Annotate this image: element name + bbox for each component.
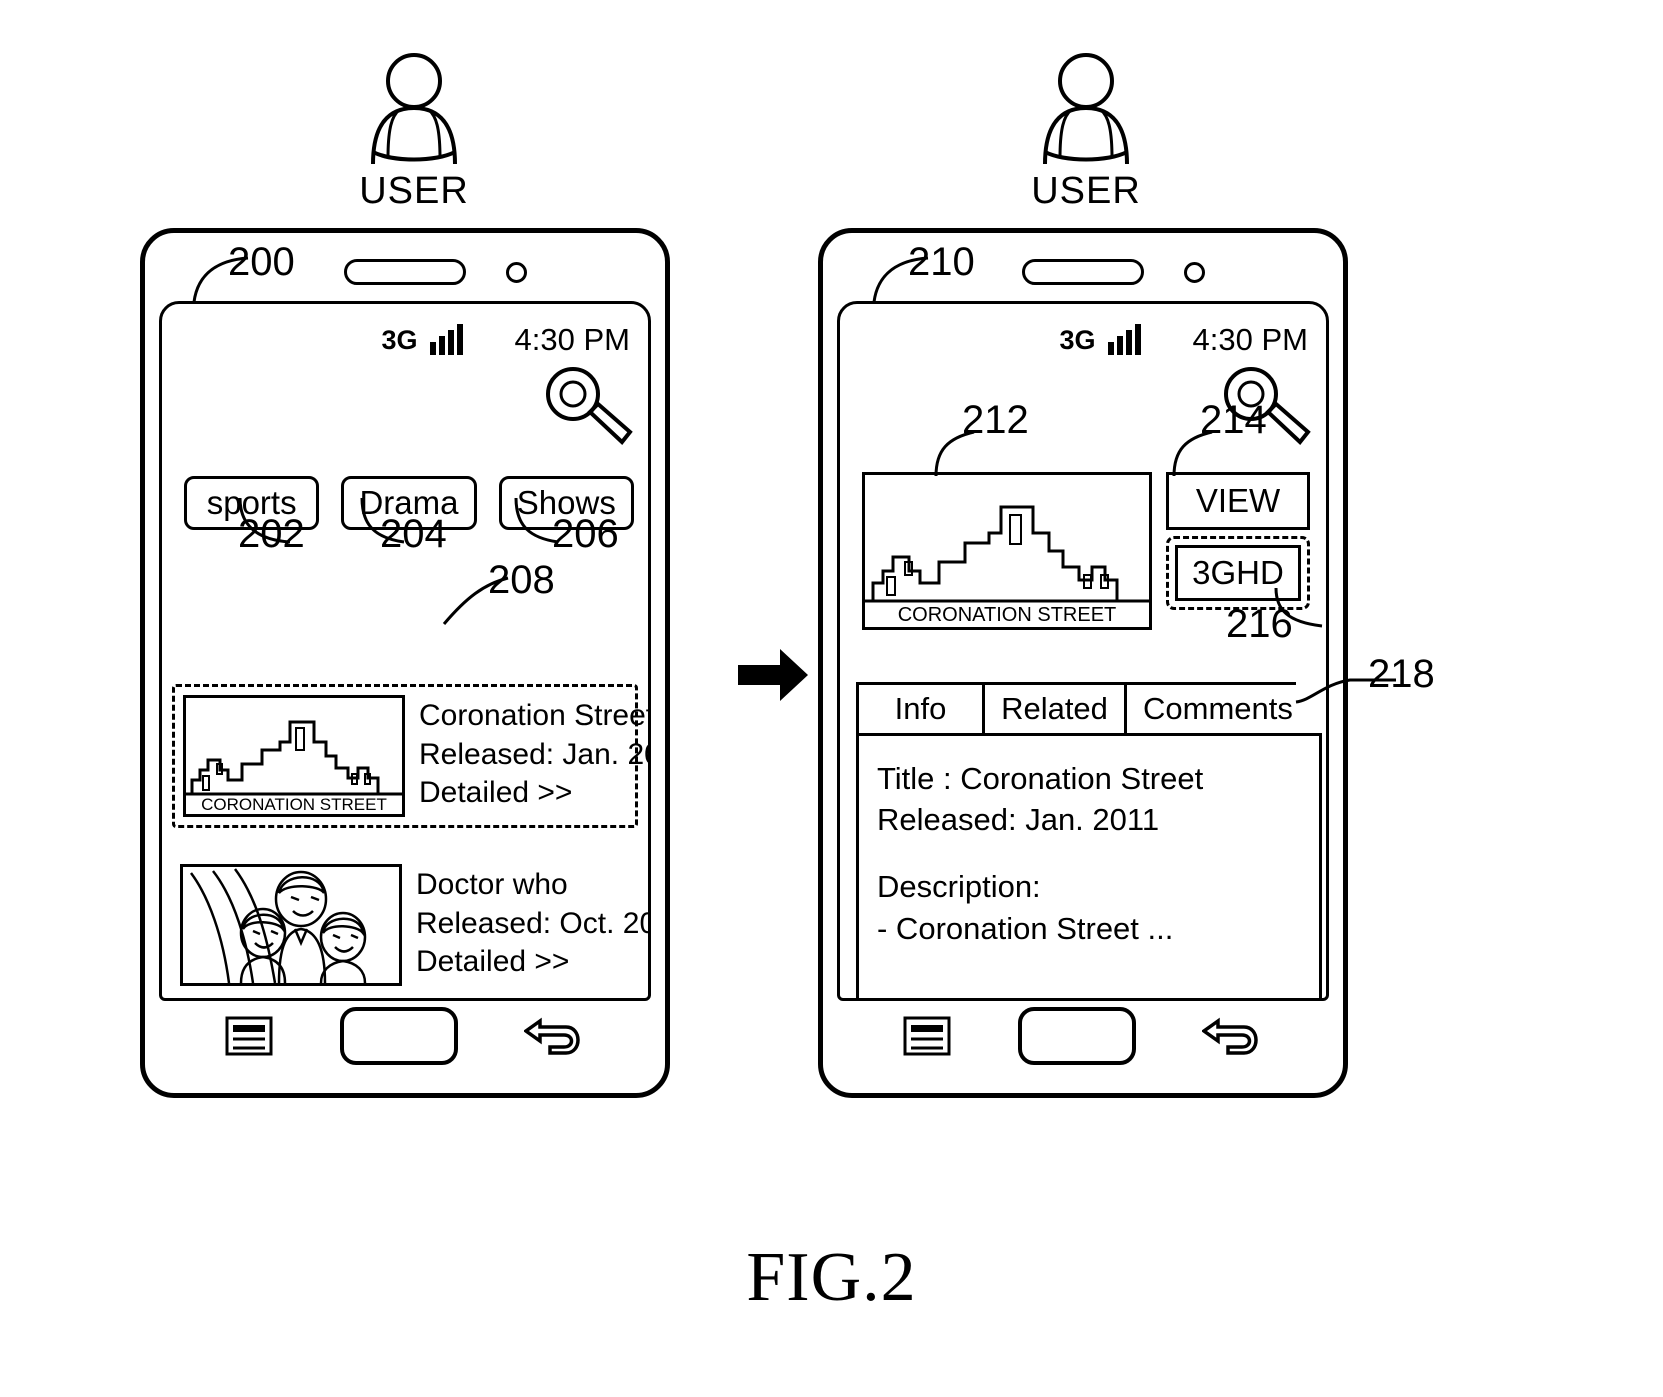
detail-tabs-panel: Info Related Comments Title : Coronation… — [856, 682, 1322, 998]
tab-label: Related — [1001, 691, 1108, 726]
content-list-item-coronation-street[interactable]: CORONATION STREET Coronation Street Rele… — [172, 684, 648, 828]
phone-left: 3G 4:30 PM sports Drama Shows CORONATION… — [140, 228, 670, 1098]
menu-icon[interactable] — [902, 1015, 952, 1057]
home-key-icon[interactable] — [340, 1007, 458, 1065]
content-released: Released: Oct. 2010 — [416, 906, 648, 940]
menu-icon[interactable] — [224, 1015, 274, 1057]
quality-selection-highlight: 3GHD — [1166, 536, 1310, 610]
tab-label: Info — [894, 691, 947, 726]
clock-label: 4:30 PM — [1192, 322, 1308, 357]
tab-label: Comments — [1143, 691, 1293, 726]
skyline-thumbnail: CORONATION STREET — [183, 695, 405, 817]
right-arrow-icon — [738, 649, 808, 701]
ref-numeral-216: 216 — [1226, 602, 1293, 646]
status-bar-right: 3G 4:30 PM — [840, 318, 1326, 362]
signal-bars-icon — [429, 324, 463, 355]
phone-right: 3G 4:30 PM CORONATION STREET VIEW 3GHD I… — [818, 228, 1348, 1098]
content-detail-link[interactable]: Detailed >> — [416, 943, 648, 982]
ref-numeral-202: 202 — [238, 512, 305, 556]
user-icon — [371, 53, 457, 164]
ref-numeral-206-text: 206 — [552, 512, 619, 556]
preview-caption: CORONATION STREET — [898, 604, 1117, 626]
status-bar-left: 3G 4:30 PM — [162, 318, 648, 362]
ref-numeral-210: 210 — [908, 240, 975, 284]
tab-bar: Info Related Comments — [856, 682, 1299, 733]
view-button[interactable]: VIEW — [1166, 472, 1310, 530]
skyline-thumbnail: CORONATION STREET — [862, 472, 1152, 630]
hardware-nav-right — [823, 1001, 1343, 1071]
ref-numeral-218: 218 — [1368, 652, 1435, 696]
figure-canvas: USER USER 3G 4:30 PM sports Drama Shows … — [0, 0, 1663, 1397]
actor-right: USER — [986, 52, 1186, 213]
hardware-nav-left — [145, 1001, 665, 1071]
tab-comments[interactable]: Comments — [1127, 685, 1299, 733]
ref-numeral-200: 200 — [228, 240, 295, 284]
figure-caption: FIG.2 — [746, 1239, 917, 1316]
back-arrow-icon[interactable] — [1202, 1015, 1264, 1057]
content-title: Coronation Street — [419, 699, 651, 732]
view-button-label: VIEW — [1195, 482, 1281, 519]
quality-button[interactable]: 3GHD — [1175, 545, 1301, 601]
ref-numeral-208: 208 — [488, 558, 555, 602]
content-meta: Coronation Street Released: Jan. 2011 De… — [419, 695, 651, 813]
ref-numeral-214: 214 — [1200, 398, 1267, 442]
network-type-label: 3G — [1059, 324, 1096, 355]
info-released: Released: Jan. 2011 — [877, 802, 1160, 838]
people-thumbnail — [180, 864, 402, 986]
home-key-icon[interactable] — [1018, 1007, 1136, 1065]
front-camera — [506, 262, 527, 283]
info-title: Title : Coronation Street — [877, 761, 1204, 796]
actor-left: USER — [314, 52, 514, 213]
actor-left-label: USER — [359, 170, 469, 212]
content-released: Released: Jan. 2011 — [419, 737, 648, 771]
network-type-label: 3G — [381, 324, 418, 355]
info-description-label: Description: — [877, 869, 1041, 905]
content-title: Doctor who — [416, 868, 568, 901]
earpiece-speaker — [344, 259, 466, 285]
search-icon[interactable] — [542, 364, 634, 453]
actor-right-label: USER — [1031, 170, 1141, 212]
info-panel: Title : Coronation Street Released: Jan.… — [856, 733, 1322, 998]
content-list-item-doctor-who[interactable]: Doctor who Released: Oct. 2010 Detailed … — [172, 856, 648, 994]
clock-label: 4:30 PM — [514, 322, 630, 357]
earpiece-speaker — [1022, 259, 1144, 285]
user-icon — [1043, 53, 1129, 164]
back-arrow-icon[interactable] — [524, 1015, 586, 1057]
front-camera — [1184, 262, 1205, 283]
ref-numeral-204: 204 — [380, 512, 447, 556]
detail-action-column: VIEW 3GHD — [1166, 472, 1310, 610]
content-meta: Doctor who Released: Oct. 2010 Detailed … — [416, 864, 648, 982]
info-description-text: - Coronation Street ... — [877, 910, 1174, 946]
screen-left: 3G 4:30 PM sports Drama Shows CORONATION… — [159, 301, 651, 1001]
tab-related[interactable]: Related — [985, 685, 1127, 733]
thumbnail-caption: CORONATION STREET — [201, 795, 387, 814]
ref-numeral-212: 212 — [962, 398, 1029, 442]
signal-bars-icon — [1107, 324, 1141, 355]
tab-info[interactable]: Info — [859, 685, 985, 733]
quality-button-label: 3GHD — [1192, 554, 1284, 591]
content-detail-link[interactable]: Detailed >> — [419, 774, 648, 813]
